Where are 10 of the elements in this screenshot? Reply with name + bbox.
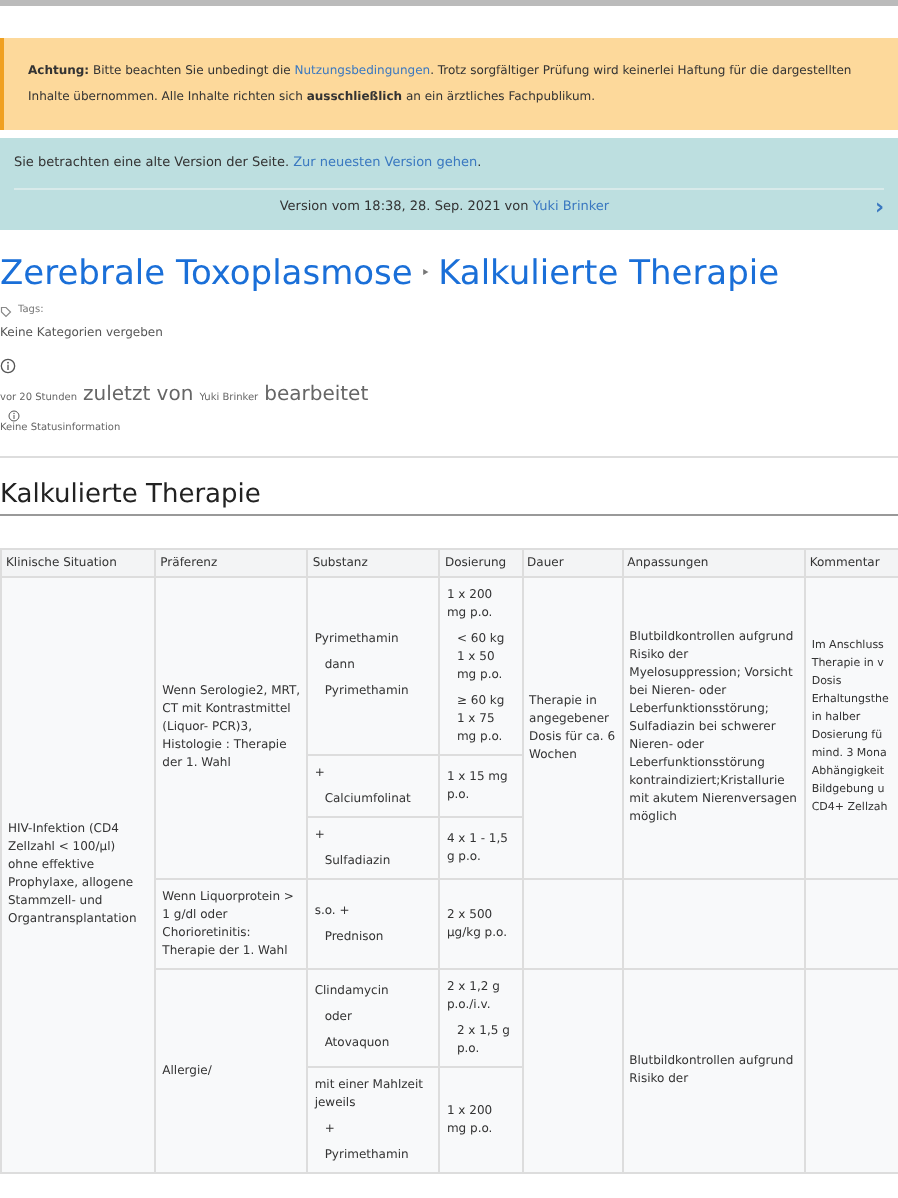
edited-by-label: zuletzt von (83, 381, 194, 409)
info-icon (8, 409, 20, 421)
page-subtitle: Kalkulierte Therapie (438, 252, 780, 298)
section-heading: Kalkulierte Therapie (0, 477, 898, 515)
page-title: Zerebrale Toxoplasmose (0, 252, 413, 298)
title-separator: ‣ (420, 262, 431, 286)
edited-label: bearbeitet (264, 381, 369, 409)
tag-icon (0, 305, 12, 318)
next-version-button[interactable]: › (874, 196, 884, 218)
info-icon (0, 357, 16, 373)
